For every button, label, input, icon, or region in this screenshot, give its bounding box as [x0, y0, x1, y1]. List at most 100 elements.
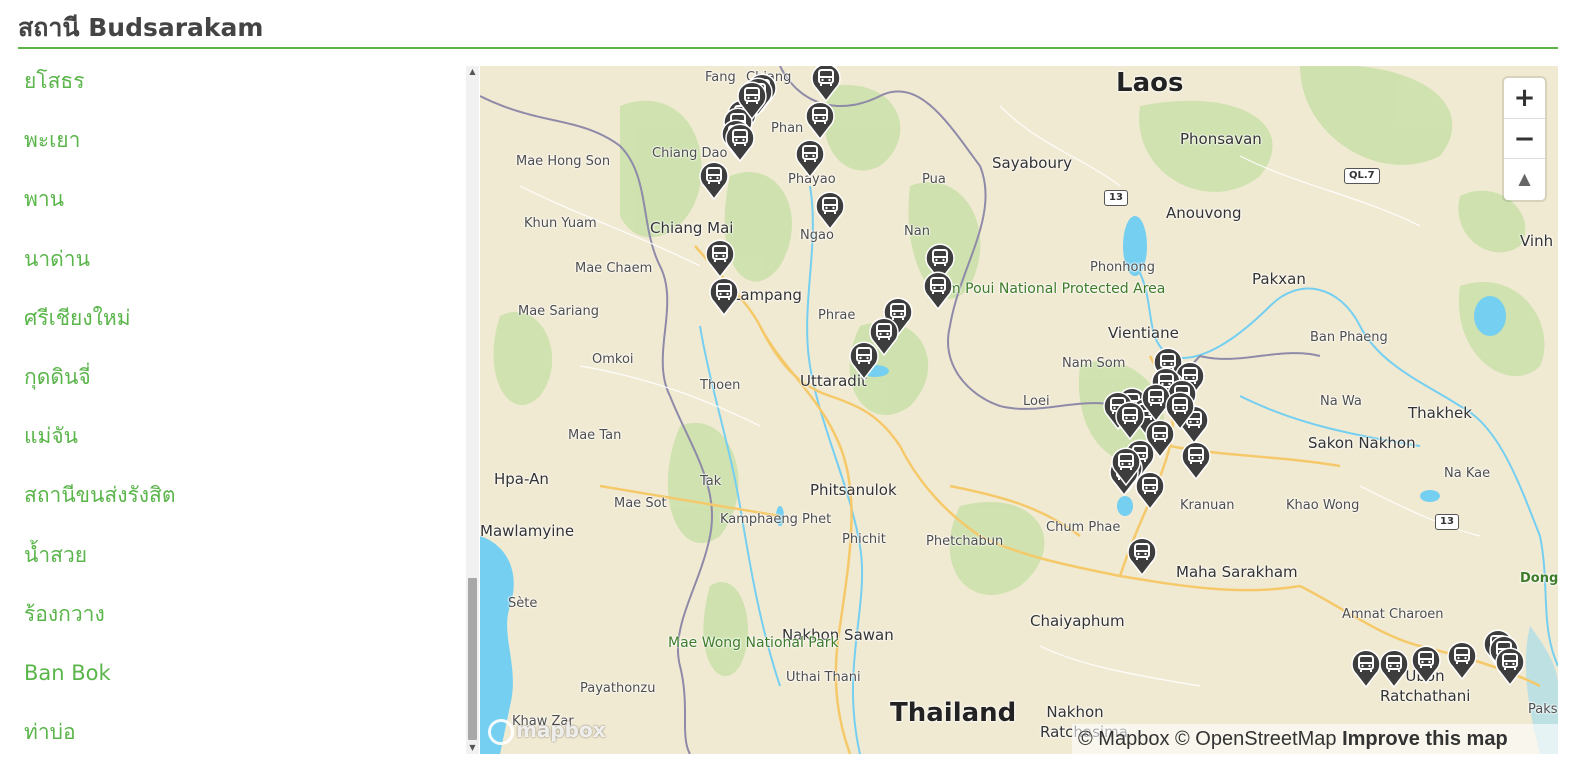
bus-marker-icon[interactable]: [708, 276, 740, 316]
page-title: สถานี Budsarakam: [18, 13, 264, 42]
place-label: Phichit: [842, 532, 886, 547]
bus-marker-icon[interactable]: [698, 160, 730, 200]
place-label: Mae Hong Son: [516, 154, 611, 169]
scrollbar[interactable]: ▲ ▼: [466, 66, 479, 754]
place-label: Mae Chaem: [575, 261, 653, 276]
place-label: Khun Yuam: [524, 216, 597, 231]
map-navigation-controls: + − ▲: [1504, 78, 1545, 200]
bus-marker-icon[interactable]: [1446, 640, 1478, 680]
mapbox-logo[interactable]: mapbox: [488, 718, 608, 746]
place-label: Mae Sariang: [518, 304, 599, 319]
bus-marker-icon[interactable]: [794, 138, 826, 178]
road-shield: 13: [1104, 190, 1128, 206]
place-label: Phetchabun: [926, 534, 1004, 549]
place-label: Pua: [922, 172, 946, 187]
place-label: Chaiyaphum: [1030, 612, 1125, 630]
bus-marker-icon[interactable]: [814, 190, 846, 230]
place-label: Phan: [771, 121, 804, 136]
place-label: Paks: [1528, 702, 1558, 717]
station-list: ยโสธร พะเยา พาน นาด่าน ศรีเชียงใหม่ กุดด…: [24, 52, 444, 762]
bus-marker-icon[interactable]: [736, 80, 768, 120]
map-attribution: © Mapbox © OpenStreetMap Improve this ma…: [1072, 724, 1558, 754]
station-link[interactable]: พาน: [24, 170, 444, 229]
place-label: Omkoi: [592, 352, 634, 367]
map-canvas[interactable]: Laos Thailand Fang Chiang Phan Mae Hong …: [480, 66, 1558, 754]
station-link[interactable]: กุดดินจี่: [24, 348, 444, 407]
place-label: Amnat Charoen: [1342, 607, 1444, 622]
place-label: Sakon Nakhon: [1308, 434, 1416, 452]
place-label: Vinh: [1520, 232, 1554, 250]
mapbox-logo-text: mapbox: [516, 718, 606, 742]
scroll-down-arrow-icon[interactable]: ▼: [466, 742, 479, 754]
scrollbar-thumb[interactable]: [468, 578, 477, 740]
place-label: Khao Wong: [1286, 498, 1360, 513]
place-label: Maha Sarakham: [1176, 563, 1298, 581]
place-label: Na Wa: [1320, 394, 1362, 409]
station-link[interactable]: พะเยา: [24, 111, 444, 170]
place-label: Mae Sot: [614, 496, 667, 511]
station-link[interactable]: สถานีขนส่งรังสิต: [24, 466, 444, 525]
place-label: Chiang Dao: [652, 146, 728, 161]
place-label: Mawlamyine: [480, 522, 575, 540]
place-label: Lampang: [732, 286, 802, 304]
park-label: Mae Wong National Park: [668, 635, 839, 651]
road-shield: QL.7: [1344, 168, 1380, 184]
bus-marker-icon[interactable]: [1378, 648, 1410, 688]
bus-marker-icon[interactable]: [1164, 390, 1196, 430]
country-label: Thailand: [890, 698, 1017, 728]
station-link[interactable]: นาด่าน: [24, 230, 444, 289]
place-label: Chum Phae: [1046, 520, 1121, 535]
zoom-in-button[interactable]: +: [1504, 78, 1545, 119]
place-label: Mae Tan: [568, 428, 622, 443]
place-label: Chiang Mai: [650, 219, 734, 237]
mapbox-logo-icon: [488, 718, 514, 745]
place-label: Phitsanulok: [810, 481, 897, 499]
place-label: Phonsavan: [1180, 130, 1262, 148]
place-label: Phrae: [818, 308, 856, 323]
osm-attribution-link[interactable]: © OpenStreetMap: [1175, 728, 1336, 750]
zoom-out-button[interactable]: −: [1504, 119, 1545, 160]
place-label: Na Kae: [1444, 466, 1491, 481]
station-link[interactable]: ยโสธร: [24, 52, 444, 111]
place-label: Payathonzu: [580, 681, 656, 696]
bus-marker-icon[interactable]: [922, 270, 954, 310]
scroll-up-arrow-icon[interactable]: ▲: [466, 66, 479, 78]
bus-marker-icon[interactable]: [1110, 446, 1142, 486]
mapbox-attribution-link[interactable]: © Mapbox: [1078, 728, 1169, 750]
bus-marker-icon[interactable]: [724, 122, 756, 162]
bus-marker-icon[interactable]: [804, 100, 836, 140]
title-divider: [18, 47, 1558, 49]
bus-marker-icon[interactable]: [810, 66, 842, 102]
place-label: Thakhek: [1408, 404, 1472, 422]
station-link[interactable]: ท่าบ่อ: [24, 703, 444, 762]
station-link[interactable]: Ban Bok: [24, 644, 444, 703]
road-shield: 13: [1435, 514, 1459, 530]
bus-marker-icon[interactable]: [848, 340, 880, 380]
place-label: Pakxan: [1252, 270, 1306, 288]
place-label: Vientiane: [1108, 324, 1179, 342]
compass-icon[interactable]: ▲: [1504, 159, 1545, 200]
place-label: Uthai Thani: [786, 670, 861, 685]
bus-marker-icon[interactable]: [1126, 536, 1158, 576]
place-label: Kranuan: [1180, 498, 1235, 513]
place-label: Hpa-An: [494, 470, 549, 488]
place-label: Anouvong: [1166, 204, 1242, 222]
place-label: Thoen: [700, 378, 741, 393]
improve-map-link[interactable]: Improve this map: [1342, 728, 1508, 750]
place-label: Tak: [700, 474, 722, 489]
bus-marker-icon[interactable]: [1494, 646, 1526, 686]
place-label: Sayaboury: [992, 154, 1073, 172]
place-label: Ngao: [800, 228, 834, 243]
place-label: Loei: [1023, 394, 1050, 409]
station-link[interactable]: น้ำสวย: [24, 526, 444, 585]
place-label: Sète: [508, 596, 538, 611]
bus-marker-icon[interactable]: [1410, 644, 1442, 684]
bus-marker-icon[interactable]: [1180, 440, 1212, 480]
place-label: Kamphaeng Phet: [720, 512, 832, 527]
station-link[interactable]: ศรีเชียงใหม่: [24, 289, 444, 348]
place-label: Dong P: [1520, 571, 1558, 586]
country-label: Laos: [1116, 68, 1184, 98]
station-link[interactable]: ร้องกวาง: [24, 585, 444, 644]
station-link[interactable]: แม่จัน: [24, 407, 444, 466]
bus-marker-icon[interactable]: [704, 238, 736, 278]
